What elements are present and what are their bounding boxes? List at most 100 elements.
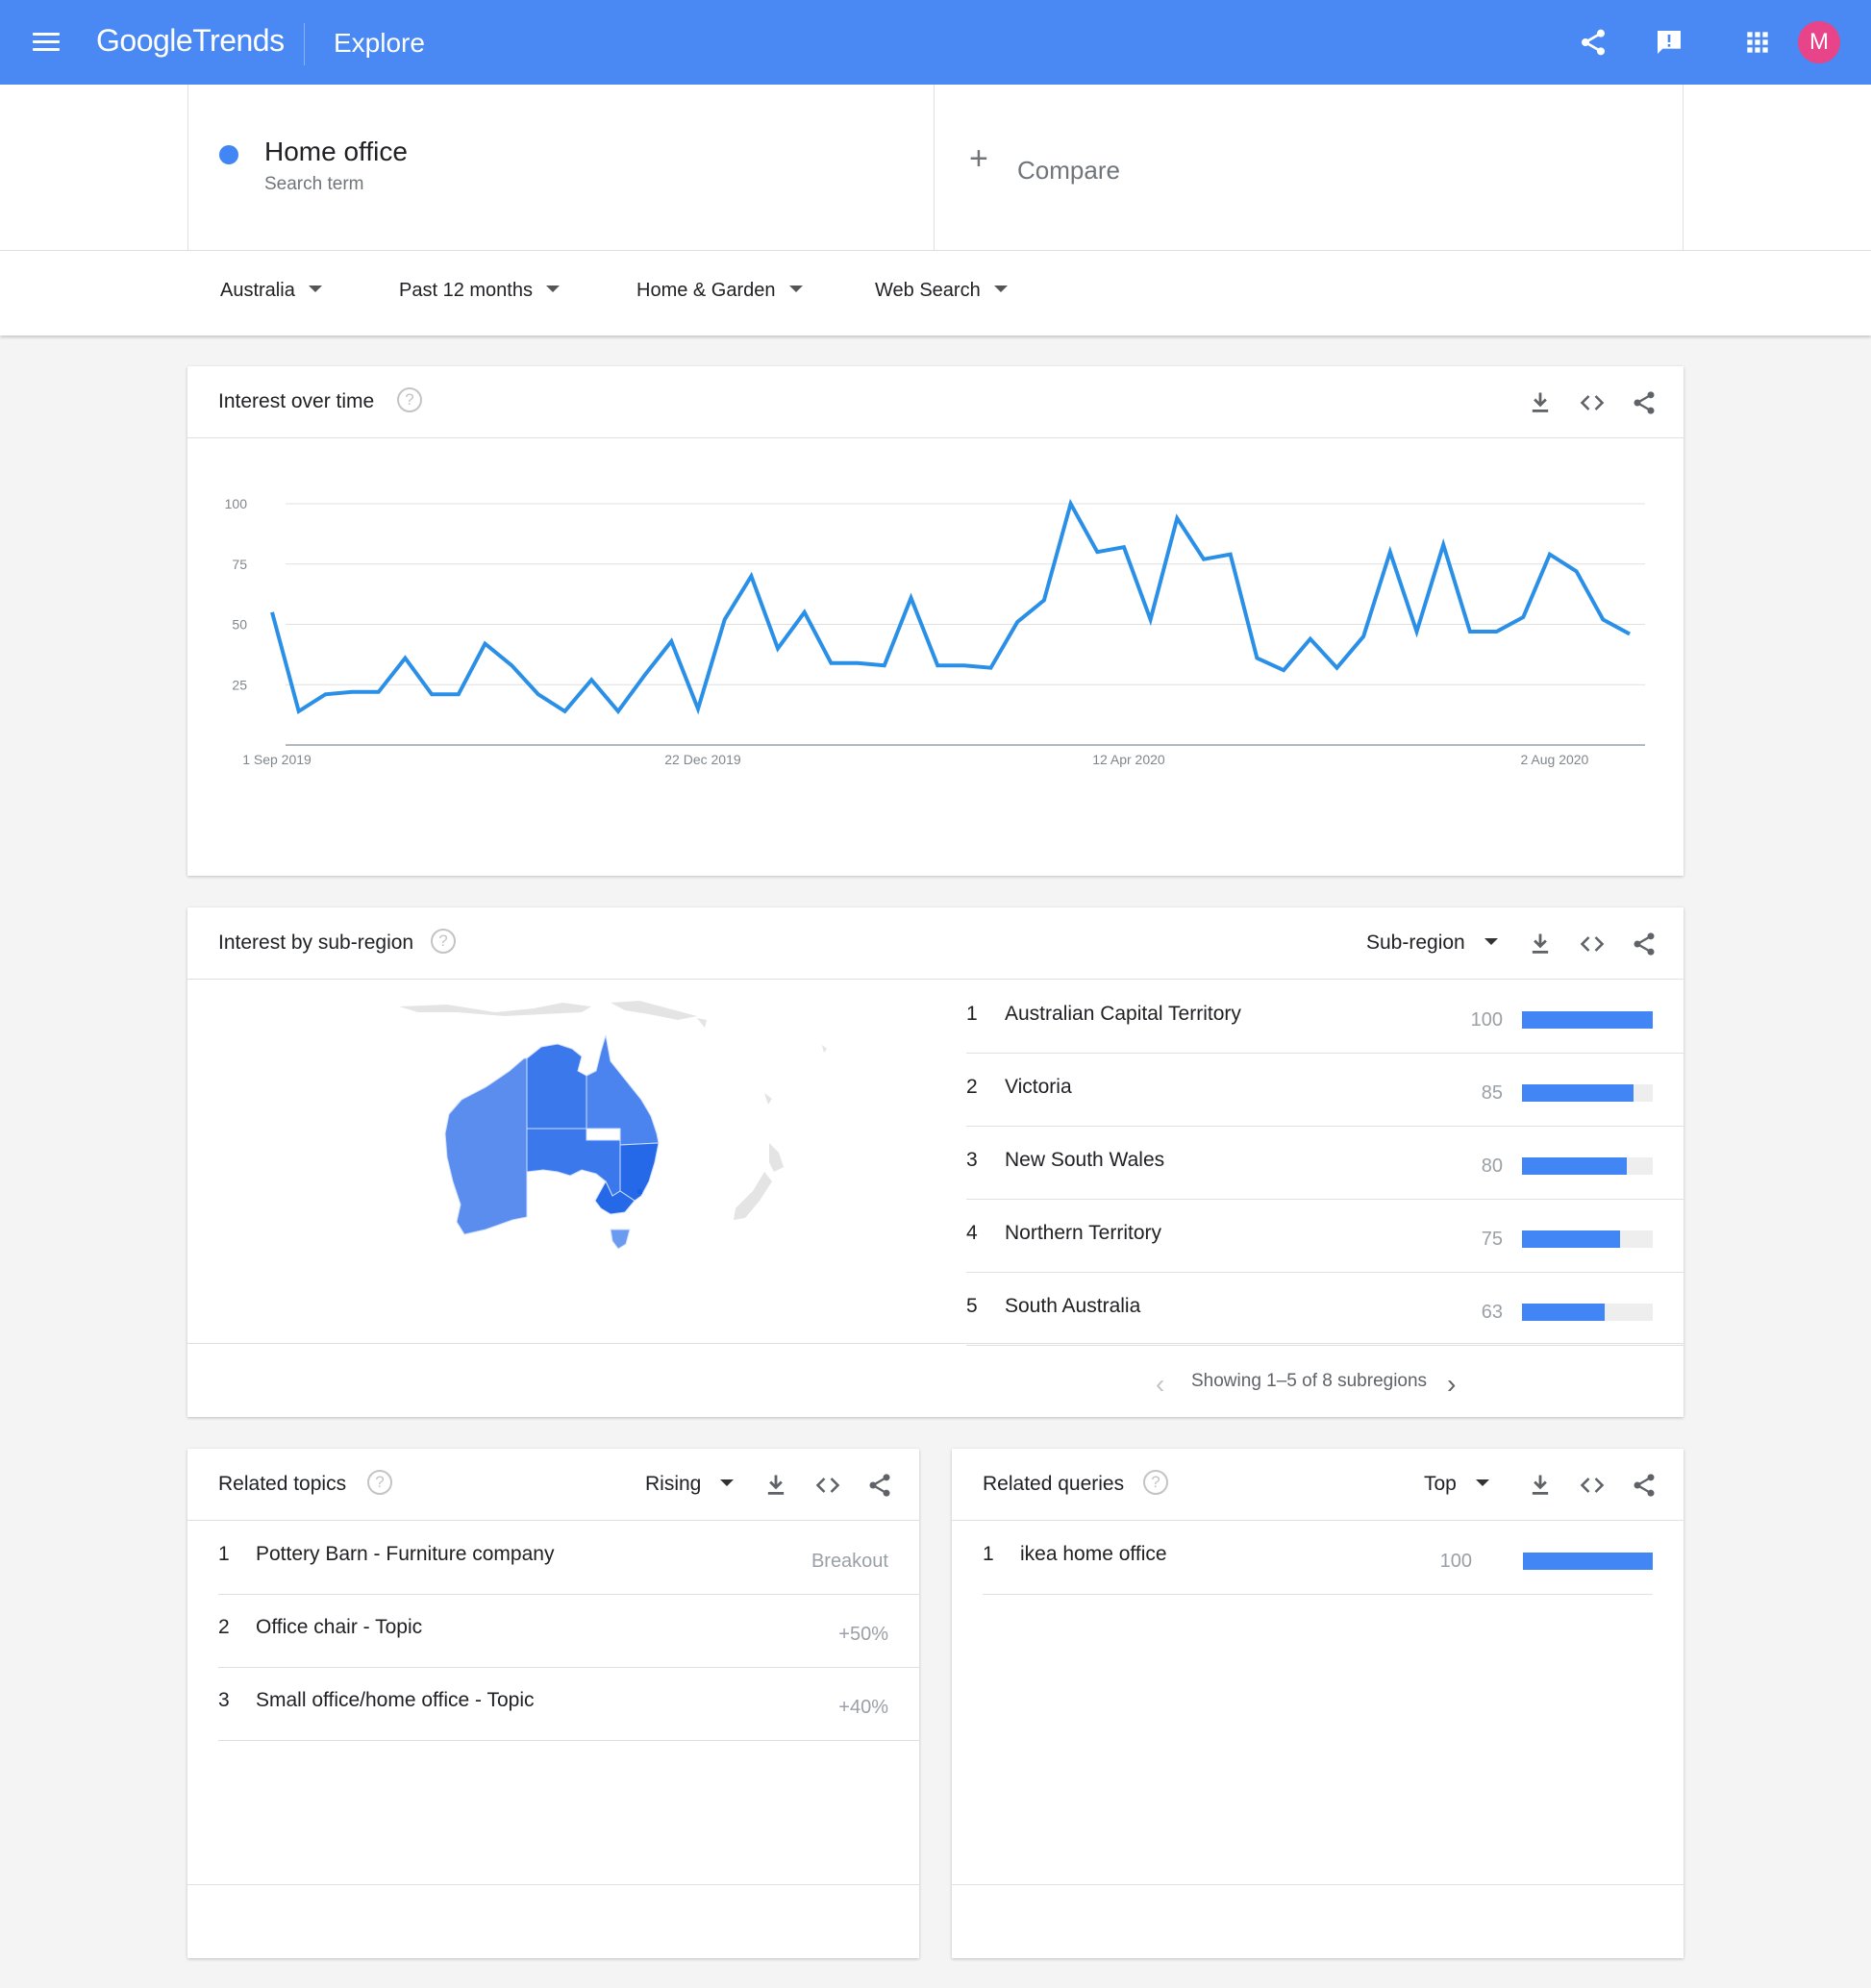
- table-row[interactable]: 2 Victoria 85: [966, 1054, 1684, 1127]
- account-avatar[interactable]: M: [1798, 21, 1840, 63]
- data-point[interactable]: [745, 570, 757, 582]
- data-point[interactable]: [799, 607, 811, 618]
- share-icon[interactable]: [1631, 389, 1658, 416]
- data-point[interactable]: [852, 658, 863, 669]
- share-icon[interactable]: [1578, 27, 1609, 58]
- region-queensland[interactable]: [586, 1034, 660, 1146]
- data-point[interactable]: [612, 706, 624, 717]
- data-point[interactable]: [1251, 653, 1262, 664]
- feedback-icon[interactable]: [1654, 27, 1684, 58]
- data-point[interactable]: [479, 638, 490, 650]
- data-point[interactable]: [932, 659, 943, 671]
- apps-icon[interactable]: [1742, 27, 1773, 58]
- data-point[interactable]: [772, 643, 784, 655]
- data-point[interactable]: [1624, 629, 1635, 640]
- download-icon[interactable]: [1527, 1472, 1554, 1499]
- data-point[interactable]: [1038, 594, 1050, 606]
- row-name[interactable]: Australian Capital Territory: [1005, 1003, 1241, 1026]
- menu-icon[interactable]: [33, 33, 60, 52]
- list-item[interactable]: 3 Small office/home office - Topic +40%: [218, 1668, 919, 1741]
- data-point[interactable]: [1091, 546, 1103, 558]
- data-point[interactable]: [560, 706, 571, 717]
- data-point[interactable]: [719, 613, 731, 625]
- row-name[interactable]: Office chair - Topic: [256, 1616, 422, 1639]
- embed-icon[interactable]: [1579, 931, 1606, 957]
- share-icon[interactable]: [1631, 1472, 1658, 1499]
- table-row[interactable]: 5 South Australia 63: [966, 1273, 1684, 1346]
- data-point[interactable]: [346, 686, 358, 698]
- data-point[interactable]: [879, 659, 890, 671]
- row-name[interactable]: Pottery Barn - Furniture company: [256, 1543, 554, 1566]
- search-term-name[interactable]: Home office: [264, 137, 408, 167]
- data-point[interactable]: [1198, 554, 1210, 565]
- list-item[interactable]: 2 Office chair - Topic +50%: [218, 1595, 919, 1668]
- data-point[interactable]: [905, 592, 916, 604]
- data-point[interactable]: [373, 686, 385, 698]
- data-point[interactable]: [692, 703, 704, 714]
- data-point[interactable]: [506, 659, 517, 671]
- list-item[interactable]: 1 ikea home office 100: [983, 1522, 1653, 1595]
- compare-button[interactable]: + Compare: [935, 85, 1684, 251]
- data-point[interactable]: [293, 706, 305, 717]
- chevron-right-icon[interactable]: ›: [1447, 1369, 1456, 1400]
- download-icon[interactable]: [1527, 389, 1554, 416]
- table-row[interactable]: 4 Northern Territory 75: [966, 1200, 1684, 1273]
- data-point[interactable]: [1358, 631, 1369, 642]
- help-icon[interactable]: ?: [367, 1470, 392, 1495]
- data-point[interactable]: [1517, 611, 1529, 623]
- list-item[interactable]: 1 Pottery Barn - Furniture company Break…: [218, 1522, 919, 1595]
- search-property-filter[interactable]: Web Search: [875, 280, 1008, 302]
- embed-icon[interactable]: [1579, 389, 1606, 416]
- region-act[interactable]: [637, 1189, 642, 1194]
- row-name[interactable]: Small office/home office - Topic: [256, 1689, 534, 1712]
- share-icon[interactable]: [1631, 931, 1658, 957]
- table-row[interactable]: 3 New South Wales 80: [966, 1127, 1684, 1200]
- chevron-left-icon[interactable]: ‹: [1156, 1369, 1164, 1400]
- data-point[interactable]: [1544, 549, 1556, 560]
- data-point[interactable]: [1225, 549, 1236, 560]
- download-icon[interactable]: [762, 1472, 789, 1499]
- data-point[interactable]: [825, 658, 836, 669]
- region-western-australia[interactable]: [444, 1057, 528, 1235]
- data-point[interactable]: [399, 653, 411, 664]
- data-point[interactable]: [1171, 512, 1183, 524]
- data-point[interactable]: [453, 688, 464, 700]
- data-point[interactable]: [665, 635, 677, 647]
- australia-map[interactable]: [389, 999, 985, 1287]
- category-filter[interactable]: Home & Garden: [636, 280, 803, 302]
- data-point[interactable]: [1437, 539, 1449, 551]
- data-point[interactable]: [1065, 498, 1077, 509]
- data-point[interactable]: [959, 659, 970, 671]
- data-point[interactable]: [1145, 613, 1157, 625]
- row-name[interactable]: New South Wales: [1005, 1149, 1164, 1172]
- region-northern-territory[interactable]: [526, 1043, 587, 1130]
- data-point[interactable]: [1411, 626, 1423, 637]
- download-icon[interactable]: [1527, 931, 1554, 957]
- row-name[interactable]: Victoria: [1005, 1076, 1072, 1099]
- data-point[interactable]: [985, 662, 997, 674]
- data-point[interactable]: [1491, 626, 1503, 637]
- region-filter[interactable]: Australia: [220, 280, 322, 302]
- data-point[interactable]: [426, 688, 437, 700]
- subregion-dropdown[interactable]: Sub-region: [1366, 932, 1498, 955]
- row-name[interactable]: South Australia: [1005, 1295, 1140, 1318]
- help-icon[interactable]: ?: [397, 387, 422, 412]
- row-name[interactable]: ikea home office: [1020, 1543, 1167, 1566]
- data-point[interactable]: [586, 674, 597, 685]
- share-icon[interactable]: [866, 1472, 893, 1499]
- data-point[interactable]: [1385, 546, 1396, 558]
- row-name[interactable]: Northern Territory: [1005, 1222, 1161, 1245]
- search-term-card[interactable]: Home office Search term: [187, 85, 935, 251]
- interest-line-chart[interactable]: 100 75 50 25 1 Sep 2019 22 Dec 2019 12 Apr 202…: [187, 439, 1684, 824]
- data-point[interactable]: [1305, 634, 1316, 645]
- embed-icon[interactable]: [1579, 1472, 1606, 1499]
- data-point[interactable]: [533, 688, 544, 700]
- google-trends-logo[interactable]: GoogleTrends: [96, 23, 285, 59]
- data-point[interactable]: [639, 669, 651, 681]
- data-point[interactable]: [1278, 664, 1289, 676]
- region-tasmania[interactable]: [610, 1229, 631, 1250]
- data-point[interactable]: [1331, 662, 1342, 674]
- data-point[interactable]: [1118, 541, 1130, 553]
- data-point[interactable]: [266, 607, 278, 618]
- data-point[interactable]: [1571, 565, 1583, 577]
